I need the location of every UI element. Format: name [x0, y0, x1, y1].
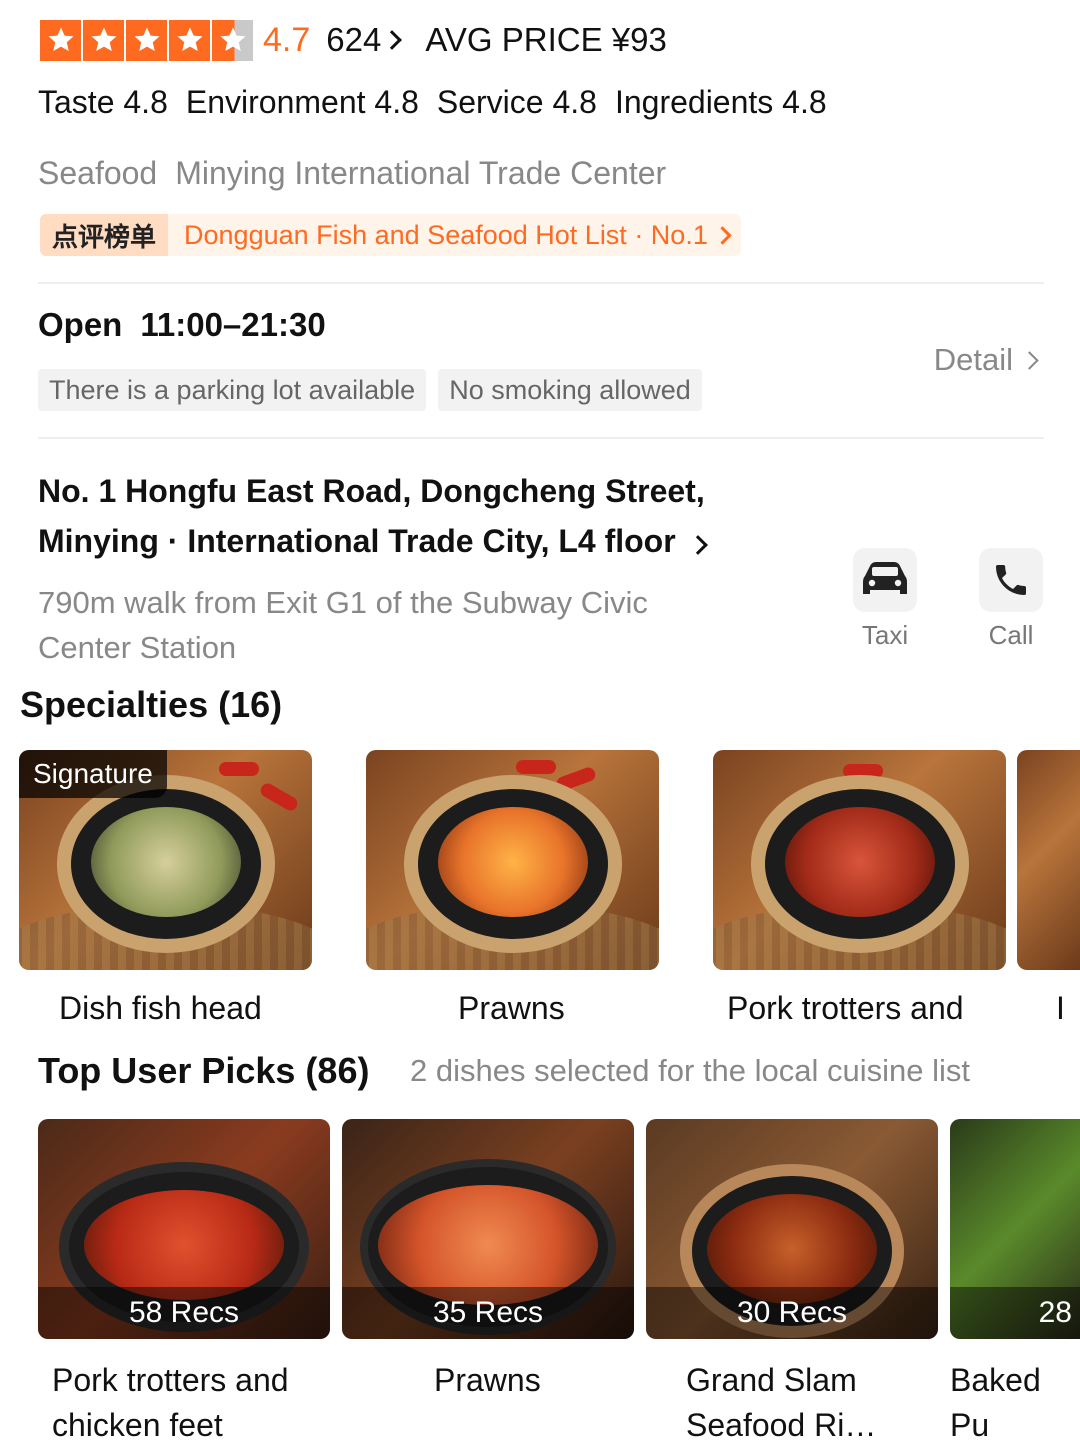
pick-name: Prawns	[434, 1362, 541, 1398]
hotlist-badge: 点评榜单	[40, 214, 169, 256]
reviews-link[interactable]: 624	[326, 21, 403, 59]
subscores: Taste 4.8 Environment 4.8 Service 4.8 In…	[38, 84, 827, 121]
star-icon	[40, 19, 81, 61]
star-icon	[169, 19, 210, 61]
car-icon	[853, 548, 917, 612]
call-label: Call	[988, 620, 1034, 650]
reviews-count: 624	[326, 21, 382, 58]
pick-card-image[interactable]: 35 Recs	[342, 1119, 634, 1339]
specialty-card-image[interactable]	[1017, 750, 1080, 970]
star-rating	[40, 19, 253, 61]
specialty-card-image[interactable]	[713, 750, 1006, 970]
hotlist-banner[interactable]: 点评榜单 Dongguan Fish and Seafood Hot List …	[40, 214, 741, 256]
star-icon	[126, 19, 167, 61]
specialty-name: Dish fish head	[59, 990, 262, 1026]
signature-badge: Signature	[19, 750, 167, 798]
specialty-name: Pork trotters and	[727, 990, 964, 1026]
open-time: 11:00–21:30	[140, 306, 326, 343]
subscore-service: Service 4.8	[436, 84, 597, 120]
top-picks-title[interactable]: Top User Picks (86)	[38, 1050, 369, 1092]
detail-link[interactable]: Detail	[933, 342, 1039, 378]
specialties-title[interactable]: Specialties (16)	[20, 684, 282, 726]
hotlist-label: Dongguan Fish and Seafood Hot List · No.…	[184, 219, 708, 250]
area[interactable]: Minying International Trade Center	[175, 155, 666, 192]
address-text: No. 1 Hongfu East Road, Dongcheng Street…	[38, 473, 705, 559]
recs-badge: 28	[950, 1287, 1080, 1339]
specialty-name: Prawns	[458, 990, 565, 1026]
specialty-card-image[interactable]	[366, 750, 659, 970]
tag-parking: There is a parking lot available	[38, 369, 427, 411]
pick-card-image[interactable]: 30 Recs	[646, 1119, 938, 1339]
call-button[interactable]: Call	[978, 548, 1044, 651]
category: Seafood	[38, 155, 158, 191]
chevron-right-icon	[687, 535, 708, 555]
recs-badge: 30 Recs	[646, 1287, 938, 1339]
tag-no-smoking: No smoking allowed	[438, 369, 702, 411]
category-area: Seafood Minying International Trade Cent…	[38, 155, 666, 192]
specialty-name: I	[1056, 990, 1065, 1026]
recs-badge: 58 Recs	[38, 1287, 330, 1339]
opening-hours: Open 11:00–21:30	[38, 306, 326, 344]
pick-card-image[interactable]: 58 Recs	[38, 1119, 330, 1339]
recs-badge: 35 Recs	[342, 1287, 634, 1339]
walk-distance: 790m walk from Exit G1 of the Subway Civ…	[38, 585, 648, 665]
divider	[38, 282, 1044, 284]
chevron-right-icon	[1020, 350, 1039, 370]
open-label: Open	[38, 306, 123, 343]
pick-name: Baked Pu (Baked w	[950, 1362, 1041, 1440]
pick-name: Grand Slam Seafood Ri…	[686, 1362, 877, 1440]
address-link[interactable]: No. 1 Hongfu East Road, Dongcheng Street…	[38, 466, 758, 566]
facility-tags: There is a parking lot available No smok…	[38, 369, 702, 411]
phone-icon	[979, 548, 1043, 612]
subscore-ingredients: Ingredients 4.8	[614, 84, 827, 120]
divider	[38, 437, 1044, 439]
subscore-taste: Taste 4.8	[38, 84, 168, 120]
star-icon	[83, 19, 124, 61]
subscore-environment: Environment 4.8	[185, 84, 419, 120]
rating-row: 4.7 624 AVG PRICE ¥93	[40, 16, 667, 64]
taxi-label: Taxi	[861, 620, 909, 650]
taxi-button[interactable]: Taxi	[852, 548, 918, 651]
chevron-right-icon	[382, 30, 403, 50]
star-half-icon	[212, 19, 253, 61]
avg-price: AVG PRICE ¥93	[425, 21, 667, 58]
pick-card-image[interactable]: 28	[950, 1119, 1080, 1339]
rating-score: 4.7	[263, 20, 311, 59]
specialty-card-image[interactable]: Signature	[19, 750, 312, 970]
top-picks-note: 2 dishes selected for the local cuisine …	[410, 1053, 971, 1088]
pick-name: Pork trotters and chicken feet	[52, 1362, 289, 1440]
chevron-right-icon	[713, 225, 732, 245]
hotlist-text: Dongguan Fish and Seafood Hot List · No.…	[168, 220, 741, 251]
detail-label: Detail	[933, 342, 1013, 377]
